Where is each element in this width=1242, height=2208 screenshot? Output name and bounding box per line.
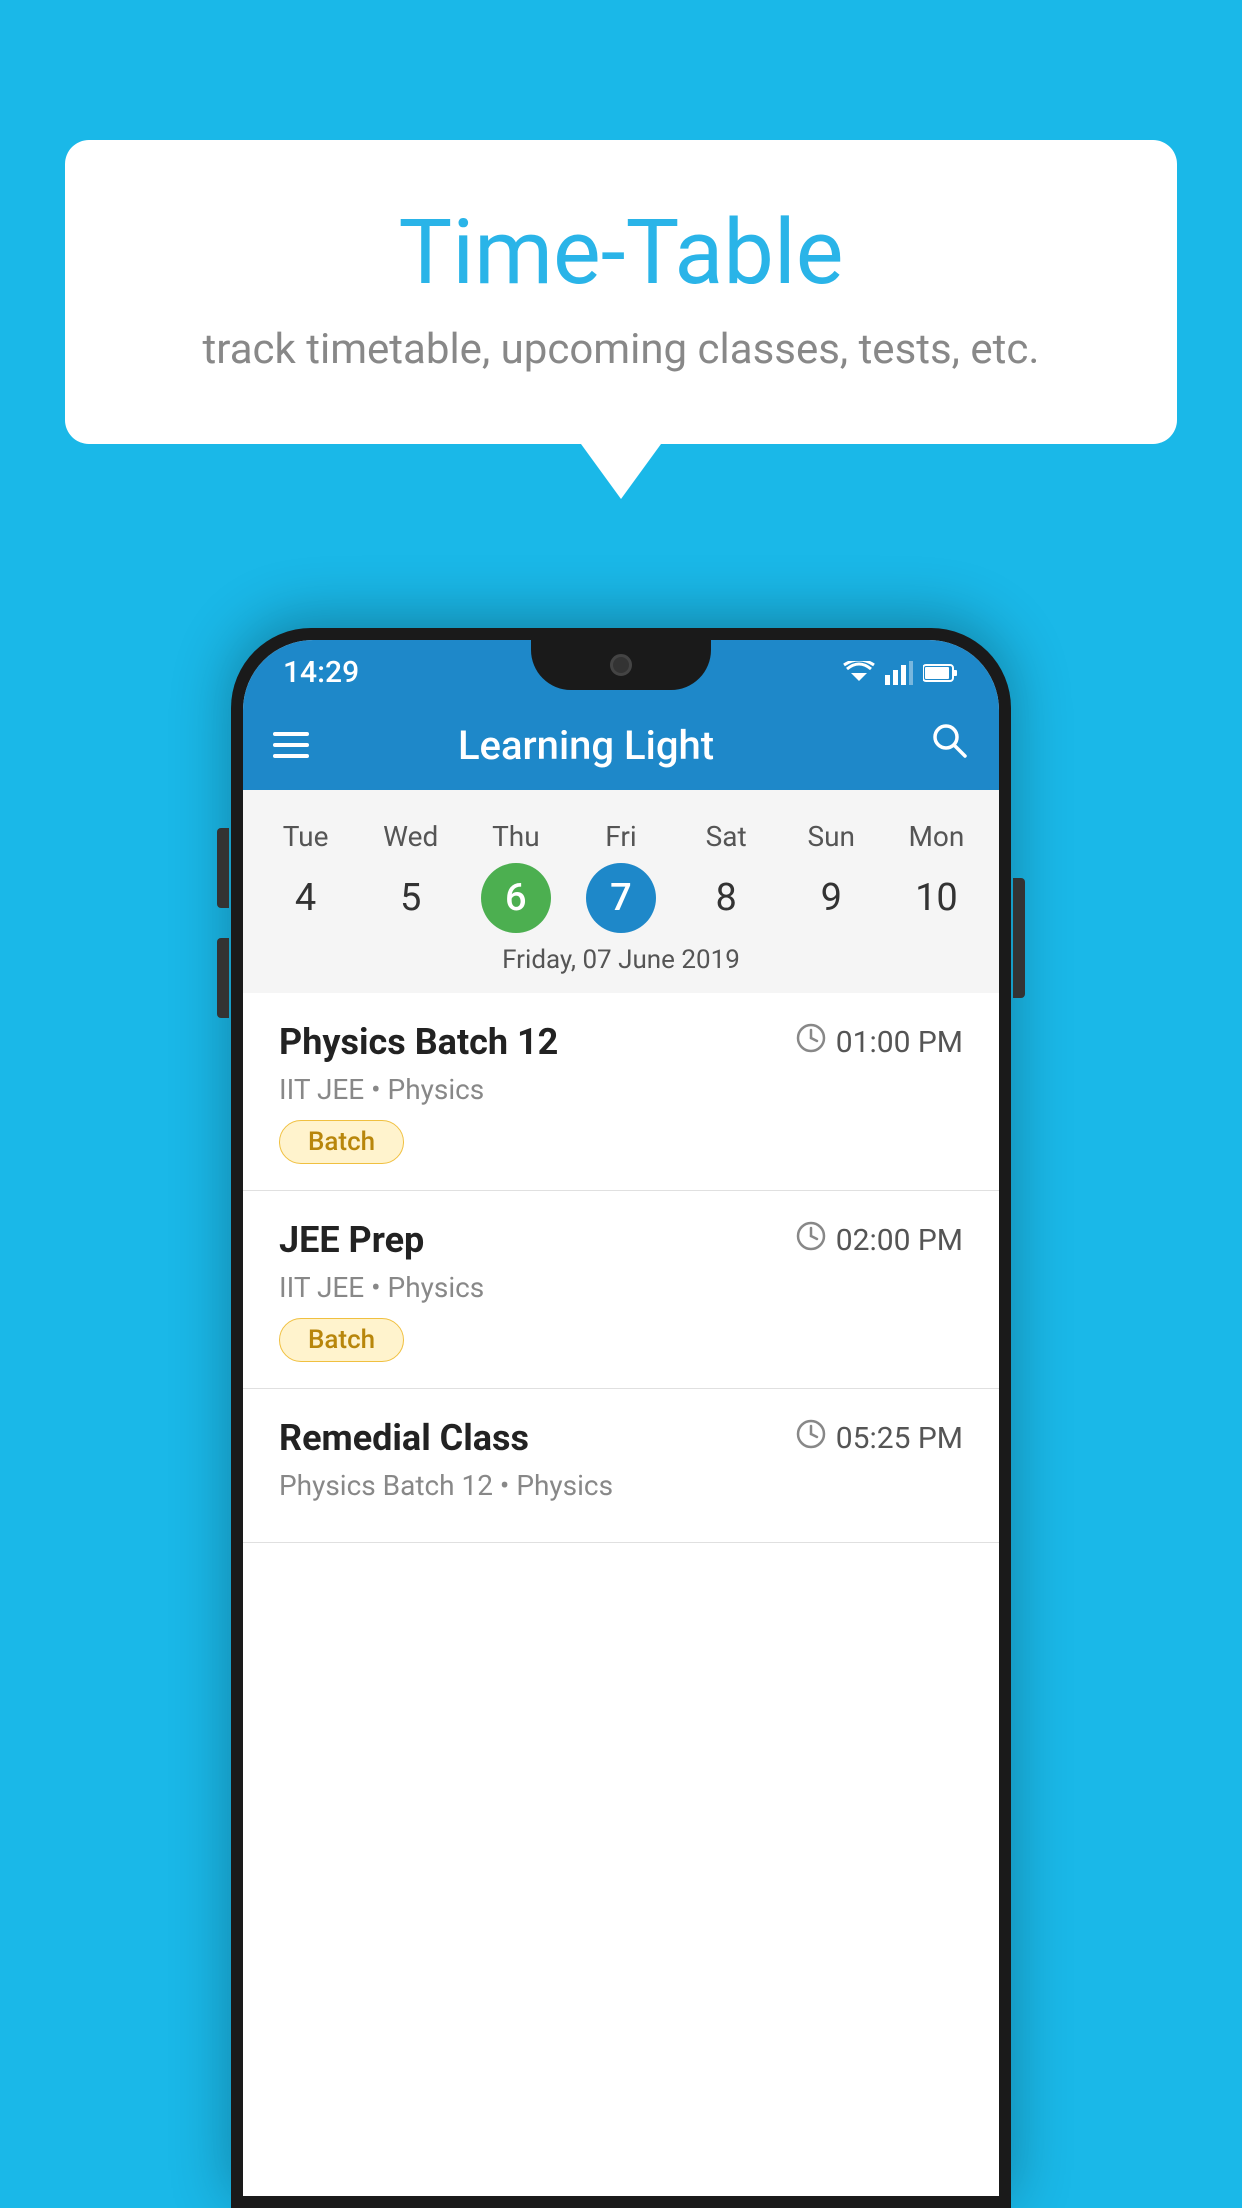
schedule-item-title-2: Remedial Class <box>279 1417 529 1459</box>
schedule-item-subtitle-0: IIT JEE • Physics <box>279 1073 963 1106</box>
wifi-icon <box>843 661 875 685</box>
calendar-day-7[interactable]: 7 <box>586 863 656 933</box>
speech-bubble-subtitle: track timetable, upcoming classes, tests… <box>145 325 1097 374</box>
app-title: Learning Light <box>339 722 833 769</box>
clock-icon-0 <box>796 1023 826 1061</box>
day-header-3: Fri <box>568 810 673 863</box>
status-time: 14:29 <box>283 655 359 690</box>
speech-bubble-container: Time-Table track timetable, upcoming cla… <box>65 140 1177 499</box>
status-icons <box>843 661 959 685</box>
volume-up-button[interactable] <box>217 828 229 908</box>
app-bar: Learning Light <box>243 700 999 790</box>
front-camera <box>610 654 632 676</box>
schedule-item-0[interactable]: Physics Batch 12 01:00 PM IIT JEE • Phys… <box>243 993 999 1191</box>
calendar-day-8[interactable]: 8 <box>691 863 761 933</box>
day-header-4: Sat <box>674 810 779 863</box>
clock-icon-2 <box>796 1419 826 1457</box>
calendar-day-5[interactable]: 5 <box>376 863 446 933</box>
schedule-item-time-2: 05:25 PM <box>796 1419 963 1457</box>
schedule-item-1[interactable]: JEE Prep 02:00 PM IIT JEE • Physics <box>243 1191 999 1389</box>
phone-screen: 14:29 <box>243 640 999 2196</box>
search-button[interactable] <box>929 720 969 771</box>
schedule-item-time-0: 01:00 PM <box>796 1023 963 1061</box>
hamburger-menu-button[interactable] <box>273 732 309 758</box>
signal-icon <box>885 661 913 685</box>
speech-bubble-title: Time-Table <box>145 200 1097 305</box>
schedule-item-subtitle-1: IIT JEE • Physics <box>279 1271 963 1304</box>
day-numbers: 4 5 6 7 8 9 10 <box>243 863 999 933</box>
batch-badge-1: Batch <box>279 1318 404 1362</box>
day-headers: Tue Wed Thu Fri Sat Sun Mon <box>243 810 999 863</box>
speech-bubble: Time-Table track timetable, upcoming cla… <box>65 140 1177 444</box>
phone-notch <box>531 640 711 690</box>
power-button[interactable] <box>1013 878 1025 998</box>
calendar-day-10[interactable]: 10 <box>901 863 971 933</box>
schedule-item-time-1: 02:00 PM <box>796 1221 963 1259</box>
selected-date-label: Friday, 07 June 2019 <box>243 933 999 993</box>
day-header-6: Mon <box>884 810 989 863</box>
phone-frame: 14:29 <box>231 628 1011 2208</box>
schedule-item-title-0: Physics Batch 12 <box>279 1021 558 1063</box>
calendar-day-9[interactable]: 9 <box>796 863 866 933</box>
calendar-strip: Tue Wed Thu Fri Sat Sun Mon 4 5 6 7 8 9 … <box>243 790 999 993</box>
batch-badge-0: Batch <box>279 1120 404 1164</box>
day-header-0: Tue <box>253 810 358 863</box>
clock-icon-1 <box>796 1221 826 1259</box>
schedule-item-header-0: Physics Batch 12 01:00 PM <box>279 1021 963 1063</box>
calendar-day-6[interactable]: 6 <box>481 863 551 933</box>
schedule-item-subtitle-2: Physics Batch 12 • Physics <box>279 1469 963 1502</box>
schedule-item-2[interactable]: Remedial Class 05:25 PM Physics Batch 12… <box>243 1389 999 1543</box>
calendar-day-4[interactable]: 4 <box>271 863 341 933</box>
speech-bubble-pointer <box>581 444 661 499</box>
schedule-item-header-1: JEE Prep 02:00 PM <box>279 1219 963 1261</box>
schedule-container: Physics Batch 12 01:00 PM IIT JEE • Phys… <box>243 993 999 1543</box>
schedule-item-title-1: JEE Prep <box>279 1219 424 1261</box>
battery-icon <box>923 663 959 683</box>
day-header-2: Thu <box>463 810 568 863</box>
day-header-1: Wed <box>358 810 463 863</box>
volume-down-button[interactable] <box>217 938 229 1018</box>
day-header-5: Sun <box>779 810 884 863</box>
schedule-item-header-2: Remedial Class 05:25 PM <box>279 1417 963 1459</box>
